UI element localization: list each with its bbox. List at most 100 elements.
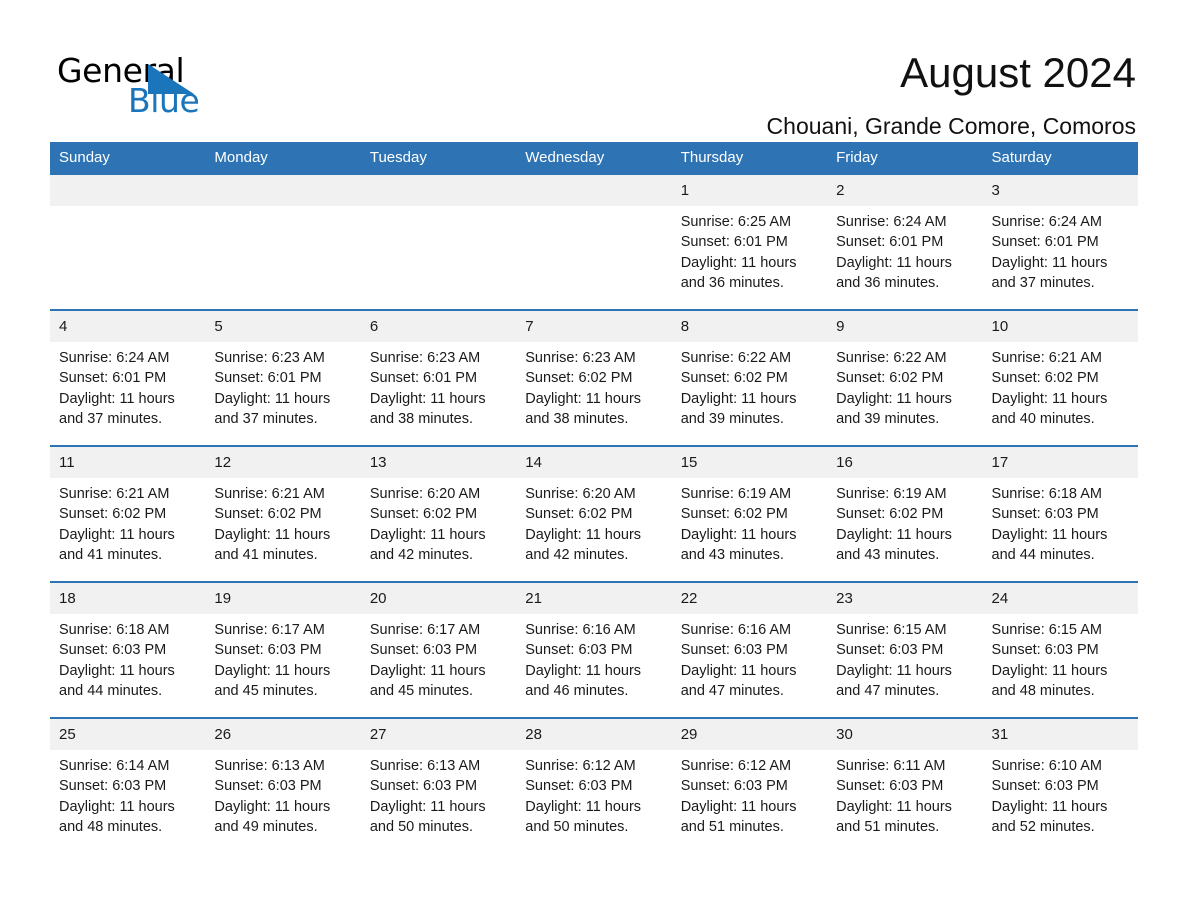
calendar-day-cell[interactable]: 20 Sunrise: 6:17 AM Sunset: 6:03 PM Dayligh… (360, 581, 517, 718)
day-sun-info: Sunrise: 6:23 AM Sunset: 6:01 PM Daylight:… (361, 342, 516, 429)
calendar-day-cell[interactable]: 12 Sunrise: 6:21 AM Sunset: 6:02 PM Dayligh… (205, 445, 361, 582)
calendar-week-row: 1 Sunrise: 6:25 AM Sunset: 6:01 PM Daylight… (50, 175, 1138, 310)
calendar-day-cell[interactable]: 6 Sunrise: 6:23 AM Sunset: 6:01 PM Daylight… (360, 309, 517, 446)
day-sun-info: Sunrise: 6:12 AM Sunset: 6:03 PM Daylight:… (516, 750, 671, 837)
day-daylight-2-text: and 36 minutes. (836, 274, 940, 291)
day-daylight-1-text: Daylight: 11 hours (680, 798, 797, 815)
calendar-day-cell[interactable]: 23 Sunrise: 6:15 AM Sunset: 6:03 PM Dayligh… (827, 581, 983, 718)
day-daylight-1-text: Daylight: 11 hours (680, 526, 797, 543)
calendar-day-cell[interactable]: 26 Sunrise: 6:13 AM Sunset: 6:03 PM Dayligh… (205, 717, 361, 853)
calendar-day-cell[interactable]: 15 Sunrise: 6:19 AM Sunset: 6:02 PM Dayligh… (671, 445, 828, 582)
calendar-day-cell[interactable]: 2 Sunrise: 6:24 AM Sunset: 6:01 PM Daylight… (827, 175, 983, 310)
calendar-day-cell[interactable]: 16 Sunrise: 6:19 AM Sunset: 6:02 PM Dayligh… (827, 445, 983, 582)
day-sunrise-text: Sunrise: 6:22 AM (680, 350, 792, 366)
day-number: 1 (671, 175, 828, 206)
day-sunset-text: Sunset: 6:01 PM (991, 234, 1099, 251)
day-sunset-text: Sunset: 6:03 PM (59, 642, 167, 659)
calendar-day-cell[interactable]: 4 Sunrise: 6:24 AM Sunset: 6:01 PM Daylight… (50, 309, 206, 446)
day-daylight-1-text: Daylight: 11 hours (59, 662, 175, 679)
day-sunrise-text: Sunrise: 6:11 AM (836, 758, 946, 774)
day-daylight-1-text: Daylight: 11 hours (525, 798, 642, 815)
day-sunset-text: Sunset: 6:02 PM (525, 506, 633, 523)
day-sunset-text: Sunset: 6:02 PM (59, 506, 167, 523)
day-sunrise-text: Sunrise: 6:12 AM (680, 758, 792, 774)
day-number: 14 (516, 447, 672, 478)
day-number: 8 (671, 311, 828, 342)
day-sunrise-text: Sunrise: 6:23 AM (214, 350, 325, 366)
day-sunrise-text: Sunrise: 6:20 AM (525, 486, 636, 502)
calendar-day-cell[interactable]: 19 Sunrise: 6:17 AM Sunset: 6:03 PM Dayligh… (205, 581, 361, 718)
calendar-day-cell[interactable]: 24 Sunrise: 6:15 AM Sunset: 6:03 PM Dayligh… (982, 581, 1138, 718)
day-sun-info: Sunrise: 6:25 AM Sunset: 6:01 PM Daylight:… (672, 206, 827, 293)
calendar-day-cell[interactable]: 7 Sunrise: 6:23 AM Sunset: 6:02 PM Daylight… (516, 309, 672, 446)
day-daylight-2-text: and 51 minutes. (680, 818, 784, 835)
calendar-day-cell[interactable]: 28 Sunrise: 6:12 AM Sunset: 6:03 PM Dayligh… (516, 717, 672, 853)
calendar-day-cell[interactable]: 5 Sunrise: 6:23 AM Sunset: 6:01 PM Daylight… (205, 309, 361, 446)
day-sunset-text: Sunset: 6:02 PM (991, 370, 1099, 387)
day-sunset-text: Sunset: 6:01 PM (369, 370, 478, 387)
day-number: 21 (516, 583, 672, 614)
calendar-day-cell[interactable]: 17 Sunrise: 6:18 AM Sunset: 6:03 PM Dayligh… (982, 445, 1138, 582)
day-number: 22 (671, 583, 828, 614)
calendar-day-cell[interactable]: 22 Sunrise: 6:16 AM Sunset: 6:03 PM Dayligh… (671, 581, 828, 718)
day-daylight-2-text: and 48 minutes. (59, 818, 163, 835)
logo-text-blue: Blue (128, 81, 200, 120)
day-daylight-1-text: Daylight: 11 hours (991, 254, 1108, 271)
day-daylight-2-text: and 46 minutes. (525, 682, 629, 699)
day-sunset-text: Sunset: 6:02 PM (214, 506, 322, 523)
calendar-day-cell[interactable]: 3 Sunrise: 6:24 AM Sunset: 6:01 PM Daylight… (982, 175, 1138, 310)
day-sunset-text: Sunset: 6:03 PM (680, 778, 788, 795)
day-number (360, 175, 517, 206)
calendar-day-cell[interactable]: 10 Sunrise: 6:21 AM Sunset: 6:02 PM Dayligh… (982, 309, 1138, 446)
day-sun-info: Sunrise: 6:10 AM Sunset: 6:03 PM Daylight:… (983, 750, 1138, 837)
day-number: 12 (205, 447, 361, 478)
calendar-day-cell[interactable]: 21 Sunrise: 6:16 AM Sunset: 6:03 PM Dayligh… (516, 581, 672, 718)
day-daylight-1-text: Daylight: 11 hours (214, 662, 331, 679)
day-number: 2 (827, 175, 983, 206)
calendar-day-cell[interactable]: 31 Sunrise: 6:10 AM Sunset: 6:03 PM Dayligh… (982, 717, 1138, 853)
day-number: 9 (827, 311, 983, 342)
day-sun-info: Sunrise: 6:21 AM Sunset: 6:02 PM Daylight:… (50, 478, 205, 565)
calendar-day-cell[interactable]: 11 Sunrise: 6:21 AM Sunset: 6:02 PM Dayligh… (50, 445, 206, 582)
day-sunset-text: Sunset: 6:02 PM (525, 370, 633, 387)
day-sun-info: Sunrise: 6:17 AM Sunset: 6:03 PM Daylight:… (361, 614, 516, 701)
day-sunrise-text: Sunrise: 6:17 AM (369, 622, 481, 638)
page-header: General Blue August 2024 Chouani, Grande… (50, 0, 1138, 139)
calendar-day-cell[interactable]: 1 Sunrise: 6:25 AM Sunset: 6:01 PM Daylight… (671, 175, 828, 310)
day-number: 5 (205, 311, 361, 342)
day-sunset-text: Sunset: 6:03 PM (991, 506, 1099, 523)
day-sun-info: Sunrise: 6:16 AM Sunset: 6:03 PM Daylight:… (516, 614, 671, 701)
day-number: 31 (982, 719, 1138, 750)
calendar-day-cell[interactable]: 25 Sunrise: 6:14 AM Sunset: 6:03 PM Dayligh… (50, 717, 206, 853)
day-number (50, 175, 206, 206)
calendar-day-cell[interactable]: 18 Sunrise: 6:18 AM Sunset: 6:03 PM Dayligh… (50, 581, 206, 718)
day-sunset-text: Sunset: 6:03 PM (991, 778, 1099, 795)
day-sunset-text: Sunset: 6:03 PM (369, 642, 478, 659)
weekday-header-tuesday: Tuesday (360, 142, 517, 175)
day-number: 18 (50, 583, 206, 614)
day-sun-info: Sunrise: 6:24 AM Sunset: 6:01 PM Daylight:… (983, 206, 1138, 293)
calendar-day-cell[interactable]: 30 Sunrise: 6:11 AM Sunset: 6:03 PM Dayligh… (827, 717, 983, 853)
day-number: 15 (671, 447, 828, 478)
day-sunset-text: Sunset: 6:03 PM (836, 778, 944, 795)
day-number: 24 (982, 583, 1138, 614)
day-sun-info: Sunrise: 6:24 AM Sunset: 6:01 PM Daylight:… (50, 342, 205, 429)
day-sunset-text: Sunset: 6:02 PM (680, 370, 788, 387)
calendar-day-cell[interactable]: 13 Sunrise: 6:20 AM Sunset: 6:02 PM Dayligh… (360, 445, 517, 582)
day-sunrise-text: Sunrise: 6:10 AM (991, 758, 1102, 774)
day-daylight-1-text: Daylight: 11 hours (836, 526, 952, 543)
day-daylight-1-text: Daylight: 11 hours (369, 390, 486, 407)
day-sun-info: Sunrise: 6:14 AM Sunset: 6:03 PM Daylight:… (50, 750, 205, 837)
general-blue-logo[interactable]: General Blue (50, 48, 250, 120)
day-sunset-text: Sunset: 6:03 PM (525, 642, 633, 659)
calendar-day-cell[interactable]: 9 Sunrise: 6:22 AM Sunset: 6:02 PM Daylight… (827, 309, 983, 446)
calendar-day-cell[interactable]: 27 Sunrise: 6:13 AM Sunset: 6:03 PM Dayligh… (360, 717, 517, 853)
day-daylight-1-text: Daylight: 11 hours (991, 798, 1108, 815)
calendar-day-cell[interactable]: 14 Sunrise: 6:20 AM Sunset: 6:02 PM Dayligh… (516, 445, 672, 582)
calendar-day-cell[interactable]: 29 Sunrise: 6:12 AM Sunset: 6:03 PM Dayligh… (671, 717, 828, 853)
day-daylight-1-text: Daylight: 11 hours (214, 390, 331, 407)
day-daylight-2-text: and 43 minutes. (836, 546, 940, 563)
day-daylight-1-text: Daylight: 11 hours (369, 798, 486, 815)
day-sunset-text: Sunset: 6:03 PM (369, 778, 478, 795)
calendar-day-cell[interactable]: 8 Sunrise: 6:22 AM Sunset: 6:02 PM Daylight… (671, 309, 828, 446)
